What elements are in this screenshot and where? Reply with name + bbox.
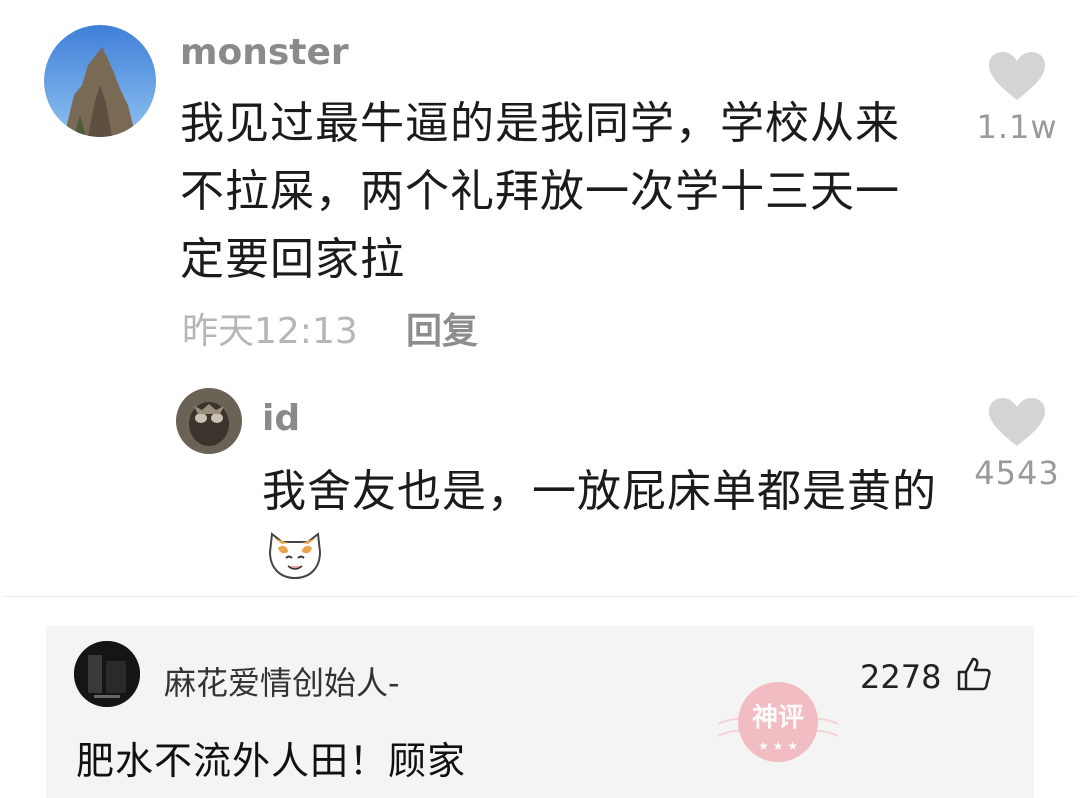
comment-thread-panel: monster 我见过最牛逼的是我同学，学校从来 不拉屎，两个礼拜放一次学十三天… <box>4 0 1076 597</box>
screenshot-page: monster 我见过最牛逼的是我同学，学校从来 不拉屎，两个礼拜放一次学十三天… <box>0 0 1080 798</box>
comment-text-line: 不拉屎，两个礼拜放一次学十三天一 <box>180 166 900 217</box>
comment-text-line: 我见过最牛逼的是我同学，学校从来 <box>180 98 900 149</box>
like-count: 1.1w <box>976 108 1058 146</box>
user-avatar-monster[interactable] <box>44 25 156 137</box>
comment-text-line: 定要回家拉 <box>180 234 405 285</box>
stamp-stars-icon: ★ ★ ★ <box>758 739 798 753</box>
like-button[interactable]: 1.1w <box>962 50 1072 146</box>
reply-username[interactable]: id <box>262 398 300 439</box>
featured-comment-card: 麻花爱情创始人- 神评 ★ ★ ★ 2278 肥水不流外人田！顾家 <box>46 626 1034 798</box>
reply-text: 我舍友也是，一放屁床单都是黄的 <box>262 466 937 517</box>
comment-timestamp: 昨天12:13 <box>182 311 358 352</box>
comment-username[interactable]: monster <box>180 32 349 73</box>
like-count: 4543 <box>974 454 1060 492</box>
comment-text: 肥水不流外人田！顾家 <box>76 739 467 783</box>
thumbs-up-icon[interactable] <box>956 656 992 692</box>
avatar-image <box>74 641 140 707</box>
comment-text: 我见过最牛逼的是我同学，学校从来 不拉屎，两个礼拜放一次学十三天一 定要回家拉 <box>180 90 920 294</box>
user-avatar-id[interactable] <box>176 388 242 454</box>
cat-face-icon <box>266 524 324 580</box>
user-avatar[interactable] <box>74 641 140 707</box>
stamp-text: 神评 <box>752 703 804 733</box>
heart-icon <box>989 398 1045 446</box>
reply-button[interactable]: 回复 <box>406 302 478 354</box>
avatar-image <box>176 388 242 454</box>
like-count: 2278 <box>860 658 942 696</box>
avatar-image <box>44 25 156 137</box>
heart-icon <box>989 52 1045 100</box>
comment-username[interactable]: 麻花爱情创始人- <box>164 658 400 704</box>
stamp-badge: 神评 ★ ★ ★ <box>718 682 838 762</box>
reply-like-button[interactable]: 4543 <box>962 396 1072 492</box>
